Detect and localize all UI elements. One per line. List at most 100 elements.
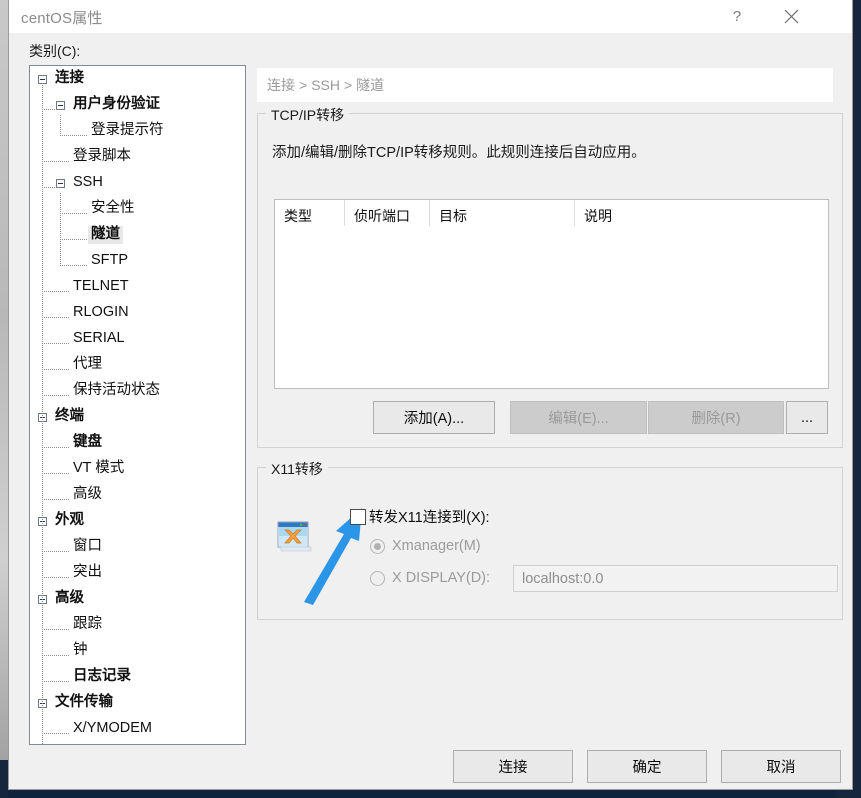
tree-item-25[interactable]: X/YMODEM	[30, 716, 245, 742]
forward-x11-row[interactable]: 转发X11连接到(X):	[350, 506, 490, 527]
tree-item-17[interactable]: 外观	[30, 508, 245, 534]
tree-item-1[interactable]: 用户身份验证	[30, 92, 245, 118]
tree-item-0[interactable]: 连接	[30, 66, 245, 92]
tree-item-21[interactable]: 跟踪	[30, 612, 245, 638]
tree-item-6[interactable]: 隧道	[30, 222, 245, 248]
tree-item-24[interactable]: 文件传输	[30, 690, 245, 716]
delete-rule-label: 删除(R)	[691, 407, 740, 428]
tree-item-label: 外观	[52, 512, 87, 530]
cancel-label: 取消	[767, 756, 796, 777]
tree-item-label: 保持活动状态	[70, 382, 163, 400]
table-header-row: 类型侦听端口目标说明	[275, 200, 828, 230]
category-tree[interactable]: 连接用户身份验证登录提示符登录脚本 SSH 安全性隧道 SFTP TELNET RLOGI…	[29, 65, 246, 745]
tree-expander-collapse-icon[interactable]	[56, 179, 65, 188]
xdisplay-radio-label: X DISPLAY(D):	[392, 570, 490, 586]
tree-item-label: RLOGIN	[70, 304, 132, 322]
tree-expander-collapse-icon[interactable]	[38, 413, 47, 422]
tree-item-label: 连接	[52, 70, 87, 88]
tree-item-8[interactable]: TELNET	[30, 274, 245, 300]
tree-item-5[interactable]: 安全性	[30, 196, 245, 222]
tree-expander-collapse-icon[interactable]	[56, 101, 65, 110]
breadcrumb-separator: >	[299, 77, 307, 93]
tree-expander-collapse-icon[interactable]	[38, 699, 47, 708]
forwarding-rules-table[interactable]: 类型侦听端口目标说明	[274, 199, 829, 389]
tree-item-label: 登录脚本	[70, 148, 134, 166]
title-bar: centOS属性 ?	[9, 0, 852, 33]
xdisplay-input-value: localhost:0.0	[522, 571, 603, 587]
tree-item-label: 跟踪	[70, 616, 105, 634]
tree-item-label: 高级	[52, 590, 87, 608]
more-options-button[interactable]: ...	[786, 401, 828, 434]
tree-expander-collapse-icon[interactable]	[38, 75, 47, 84]
xmanager-radio-row[interactable]: Xmanager(M)	[370, 538, 481, 554]
tree-item-15[interactable]: VT 模式	[30, 456, 245, 482]
tree-expander-collapse-icon[interactable]	[38, 595, 47, 604]
help-button[interactable]: ?	[714, 0, 760, 32]
forward-x11-checkbox[interactable]	[350, 509, 366, 525]
tree-item-26[interactable]: ZMODEM	[30, 742, 245, 745]
background-window-left-dark	[0, 760, 8, 798]
breadcrumb-item-4[interactable]: 隧道	[356, 75, 384, 95]
tree-item-label: 隧道	[88, 226, 123, 244]
connect-label: 连接	[499, 756, 528, 777]
tree-item-9[interactable]: RLOGIN	[30, 300, 245, 326]
edit-rule-button[interactable]: 编辑(E)...	[510, 401, 647, 434]
tree-item-label: 用户身份验证	[70, 96, 163, 114]
tree-item-label: 登录提示符	[88, 122, 167, 140]
tree-item-label: 钟	[70, 642, 91, 660]
xdisplay-radio[interactable]	[370, 571, 385, 586]
tree-item-12[interactable]: 保持活动状态	[30, 378, 245, 404]
tree-item-2[interactable]: 登录提示符	[30, 118, 245, 144]
tree-item-label: 窗口	[70, 538, 105, 556]
tcp-description: 添加/编辑/删除TCP/IP转移规则。此规则连接后自动应用。	[272, 141, 646, 162]
breadcrumb: 连接>SSH>隧道	[257, 68, 833, 102]
tree-item-7[interactable]: SFTP	[30, 248, 245, 274]
add-rule-label: 添加(A)...	[404, 407, 464, 428]
tree-item-13[interactable]: 终端	[30, 404, 245, 430]
forward-x11-label: 转发X11连接到(X):	[369, 506, 490, 527]
tree-item-18[interactable]: 窗口	[30, 534, 245, 560]
tree-item-label: VT 模式	[70, 460, 127, 478]
cancel-button[interactable]: 取消	[721, 750, 841, 783]
tree-item-label: SERIAL	[70, 330, 128, 348]
table-column-header-2[interactable]: 目标	[430, 200, 575, 226]
tree-item-label: 高级	[70, 486, 105, 504]
tree-item-23[interactable]: 日志记录	[30, 664, 245, 690]
tcp-forwarding-group: TCP/IP转移 添加/编辑/删除TCP/IP转移规则。此规则连接后自动应用。 …	[257, 113, 843, 448]
window-title: centOS属性	[21, 7, 103, 28]
xdisplay-radio-row[interactable]: X DISPLAY(D):	[370, 570, 490, 586]
delete-rule-button[interactable]: 删除(R)	[648, 401, 784, 434]
xdisplay-input[interactable]: localhost:0.0	[513, 565, 838, 592]
tree-expander-collapse-icon[interactable]	[38, 517, 47, 526]
tree-item-20[interactable]: 高级	[30, 586, 245, 612]
tree-item-10[interactable]: SERIAL	[30, 326, 245, 352]
xmanager-radio[interactable]	[370, 539, 385, 554]
tree-item-label: SSH	[70, 174, 106, 192]
connect-button[interactable]: 连接	[453, 750, 573, 783]
breadcrumb-item-0[interactable]: 连接	[267, 75, 295, 95]
breadcrumb-item-2[interactable]: SSH	[311, 77, 340, 93]
edit-rule-label: 编辑(E)...	[548, 407, 608, 428]
tree-item-4[interactable]: SSH	[30, 170, 245, 196]
ok-label: 确定	[633, 756, 662, 777]
properties-dialog: centOS属性 ? 类别(C): 连接用户身份验证登录提示符登录脚本SSH安全…	[8, 0, 853, 790]
xmanager-radio-label: Xmanager(M)	[392, 538, 481, 554]
breadcrumb-separator: >	[344, 77, 352, 93]
x11-forwarding-group: X11转移 转发X11连接到(X): Xmanager(M) X DISPLAY…	[257, 467, 843, 620]
tree-item-19[interactable]: 突出	[30, 560, 245, 586]
xmanager-icon	[276, 516, 314, 554]
table-column-header-1[interactable]: 侦听端口	[345, 200, 430, 226]
close-button[interactable]	[767, 0, 815, 32]
tree-item-label: 终端	[52, 408, 87, 426]
table-column-header-3[interactable]: 说明	[575, 200, 828, 226]
ok-button[interactable]: 确定	[587, 750, 707, 783]
tree-item-14[interactable]: 键盘	[30, 430, 245, 456]
table-column-header-0[interactable]: 类型	[275, 200, 345, 226]
tree-item-label: X/YMODEM	[70, 720, 155, 738]
tree-item-label: SFTP	[88, 252, 131, 270]
tree-item-22[interactable]: 钟	[30, 638, 245, 664]
add-rule-button[interactable]: 添加(A)...	[373, 401, 495, 434]
tree-item-11[interactable]: 代理	[30, 352, 245, 378]
tree-item-3[interactable]: 登录脚本	[30, 144, 245, 170]
tree-item-16[interactable]: 高级	[30, 482, 245, 508]
